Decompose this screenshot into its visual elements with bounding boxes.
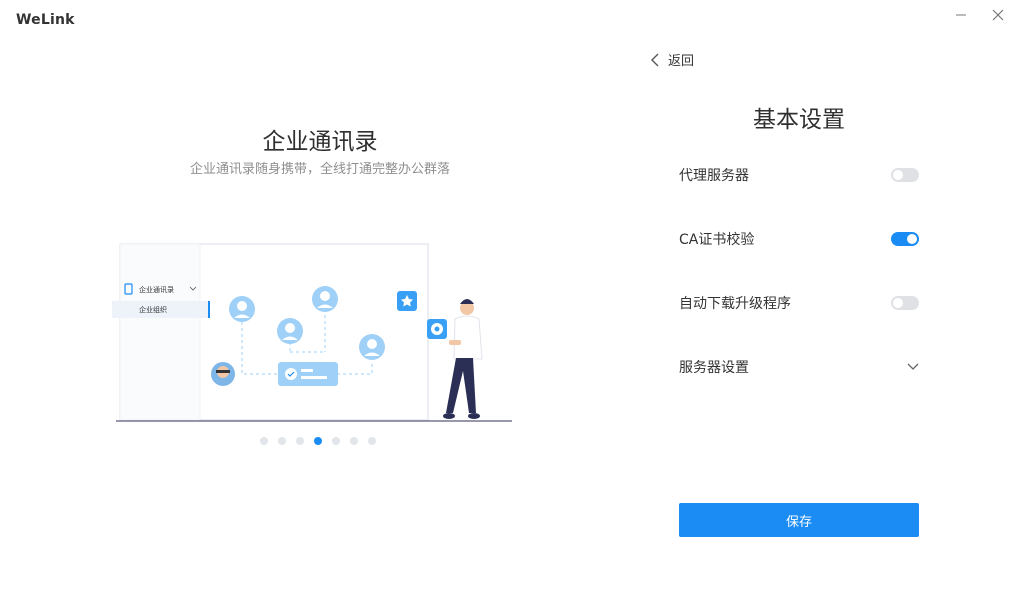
mini-submenu-label: 企业组织 xyxy=(139,305,167,314)
carousel-dot-3[interactable] xyxy=(296,437,304,445)
carousel-pagination xyxy=(260,437,376,445)
chevron-down-icon[interactable] xyxy=(907,363,919,371)
avatar xyxy=(229,296,255,322)
close-icon xyxy=(992,9,1004,21)
contacts-illustration: 企业通讯录 企业组织 xyxy=(112,243,512,422)
avatar xyxy=(277,318,303,344)
carousel-dot-6[interactable] xyxy=(350,437,358,445)
title-bar: WeLink xyxy=(0,0,1024,44)
setting-ca-certificate: CA证书校验 xyxy=(679,225,919,253)
app-title: WeLink xyxy=(16,12,75,28)
settings-panel: 返回 基本设置 代理服务器 CA证书校验 自动下载升级程序 服务器设置 保存 xyxy=(640,44,1024,590)
minimize-icon xyxy=(956,14,966,16)
save-button[interactable]: 保存 xyxy=(679,503,919,537)
settings-title: 基本设置 xyxy=(753,107,845,133)
mini-menu-label: 企业通讯录 xyxy=(139,285,174,294)
slide-title: 企业通讯录 xyxy=(262,129,378,155)
intro-carousel: 企业通讯录 企业通讯录随身携带，全线打通完整办公群落 企业通讯录 企业组织 xyxy=(0,44,640,590)
minimize-button[interactable] xyxy=(950,4,972,26)
contact-card xyxy=(278,362,338,386)
setting-auto-update: 自动下载升级程序 xyxy=(679,289,919,317)
carousel-dot-7[interactable] xyxy=(368,437,376,445)
auto-update-toggle[interactable] xyxy=(891,296,919,310)
carousel-dot-4[interactable] xyxy=(314,437,322,445)
setting-label: 自动下载升级程序 xyxy=(679,296,791,312)
close-button[interactable] xyxy=(987,4,1009,26)
chat-icon xyxy=(427,319,447,339)
person-figure xyxy=(443,299,483,419)
back-label: 返回 xyxy=(668,54,695,69)
carousel-dot-2[interactable] xyxy=(278,437,286,445)
chevron-left-icon xyxy=(651,53,659,66)
proxy-server-toggle[interactable] xyxy=(891,168,919,182)
carousel-dot-1[interactable] xyxy=(260,437,268,445)
ca-certificate-toggle[interactable] xyxy=(891,232,919,246)
avatar xyxy=(359,334,385,360)
star-icon xyxy=(397,291,417,311)
carousel-dot-5[interactable] xyxy=(332,437,340,445)
setting-server-config[interactable]: 服务器设置 xyxy=(679,353,919,381)
setting-label: 代理服务器 xyxy=(679,168,749,184)
setting-label: 服务器设置 xyxy=(679,360,749,376)
setting-label: CA证书校验 xyxy=(679,232,755,248)
setting-proxy-server: 代理服务器 xyxy=(679,161,919,189)
back-button[interactable]: 返回 xyxy=(650,50,694,69)
avatar xyxy=(211,362,235,386)
slide-subtitle: 企业通讯录随身携带，全线打通完整办公群落 xyxy=(189,162,450,177)
avatar xyxy=(312,286,338,312)
